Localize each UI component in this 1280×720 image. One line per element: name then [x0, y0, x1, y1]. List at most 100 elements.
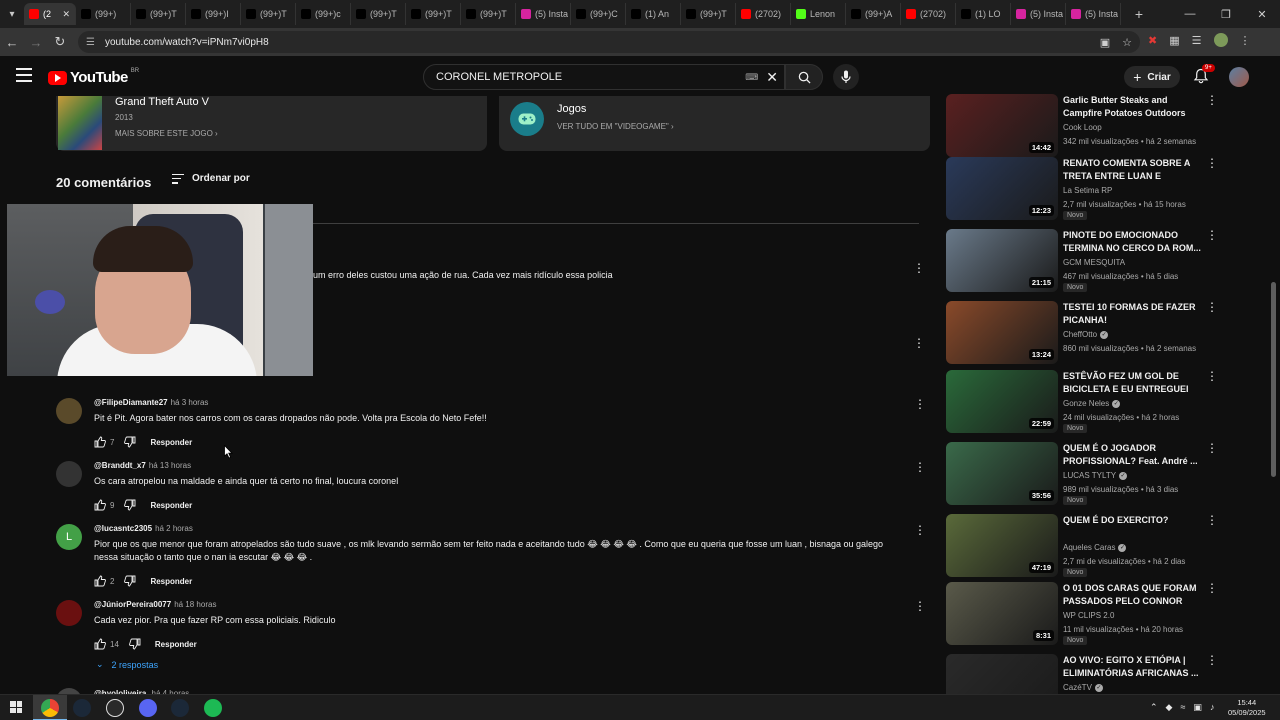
recommended-video[interactable]: 12:23 RENATO COMENTA SOBRE A TRETA ENTRE … — [946, 157, 1218, 221]
minimize-icon[interactable]: — — [1172, 8, 1208, 21]
system-clock[interactable]: 15:44 05/09/2025 — [1228, 698, 1266, 718]
video-title[interactable]: Garlic Butter Steaks and Campfire Potato… — [1063, 94, 1201, 120]
reply-button[interactable]: Responder — [150, 438, 192, 447]
comment-avatar[interactable]: L — [56, 524, 82, 550]
more-options-icon[interactable]: ⋮ — [1206, 157, 1218, 169]
tab-search-icon[interactable]: ▾ — [0, 0, 24, 28]
more-options-icon[interactable]: ⋮ — [914, 600, 926, 612]
browser-tab[interactable]: (99+)A — [846, 3, 901, 25]
browser-tab[interactable]: (1) An — [626, 3, 681, 25]
browser-tab[interactable]: (99+)C — [571, 3, 626, 25]
comment-avatar[interactable] — [56, 600, 82, 626]
channel-name[interactable]: CheffOtto ✓ — [1063, 330, 1109, 339]
browser-tab[interactable]: (2702) — [736, 3, 791, 25]
video-title[interactable]: RENATO COMENTA SOBRE A TRETA ENTRE LUAN … — [1063, 157, 1201, 183]
address-bar[interactable]: ☰ youtube.com/watch?v=iPNm7vi0pH8 ▣ ☆ — [78, 31, 1140, 53]
more-options-icon[interactable]: ⋮ — [914, 461, 926, 473]
browser-tab[interactable]: (5) Insta — [1011, 3, 1066, 25]
video-thumbnail[interactable]: 22:59 — [946, 370, 1058, 433]
restore-icon[interactable]: ❐ — [1208, 8, 1244, 21]
reply-button[interactable]: Responder — [155, 640, 197, 649]
comment-author[interactable]: @lucasntc2305 — [94, 524, 152, 533]
steam-app-icon-2[interactable] — [171, 699, 189, 717]
like-icon[interactable] — [94, 575, 106, 587]
more-options-icon[interactable]: ⋮ — [913, 337, 925, 349]
game-info-card[interactable]: Grand Theft Auto V 2013 MAIS SOBRE ESTE … — [56, 96, 487, 151]
video-thumbnail[interactable]: 35:56 — [946, 442, 1058, 505]
comment-author[interactable]: @JúniorPereira0077 — [94, 600, 171, 609]
bookmark-star-icon[interactable]: ☆ — [1122, 36, 1132, 49]
comment-time[interactable]: há 13 horas — [149, 461, 191, 470]
channel-name[interactable]: Aqueles Caras ✓ — [1063, 543, 1127, 552]
channel-name[interactable]: Cook Loop — [1063, 123, 1102, 132]
account-avatar[interactable] — [1229, 67, 1249, 87]
video-title[interactable]: AO VIVO: EGITO X ETIÓPIA | ELIMINATÓRIAS… — [1063, 654, 1201, 680]
steam-app-icon[interactable] — [73, 699, 91, 717]
install-icon[interactable]: ▣ — [1100, 36, 1110, 49]
keyboard-icon[interactable]: ⌨ — [745, 72, 758, 83]
browser-tab[interactable]: Lenon — [791, 3, 846, 25]
chrome-menu-icon[interactable]: ⋮ — [1240, 34, 1251, 47]
browser-tab[interactable]: (99+)T — [681, 3, 736, 25]
forward-icon[interactable]: → — [24, 35, 48, 50]
comment-author[interactable]: @Branddt_x7 — [94, 461, 146, 470]
category-see-all-link[interactable]: VER TUDO EM "VIDEOGAME" › — [557, 122, 674, 131]
browser-tab[interactable]: (1) LO — [956, 3, 1011, 25]
clear-search-icon[interactable]: ✕ — [766, 69, 778, 86]
comment-avatar[interactable] — [56, 398, 82, 424]
browser-tab[interactable]: (5) Insta — [1066, 3, 1121, 25]
like-icon[interactable] — [94, 436, 106, 448]
browser-tab[interactable]: (2 ✕ — [24, 3, 76, 25]
browser-tab[interactable]: (99+)T — [131, 3, 186, 25]
like-icon[interactable] — [94, 638, 106, 650]
dislike-icon[interactable] — [124, 575, 136, 587]
search-input[interactable]: CORONEL METROPOLE ⌨ ✕ — [423, 64, 785, 90]
recommended-video[interactable]: 13:24 TESTEI 10 FORMAS DE FAZER PICANHA! C… — [946, 301, 1218, 365]
browser-tab[interactable]: (99+)I — [186, 3, 241, 25]
more-options-icon[interactable]: ⋮ — [914, 398, 926, 410]
channel-name[interactable]: WP CLIPS 2.0 — [1063, 611, 1114, 620]
more-options-icon[interactable]: ⋮ — [1206, 370, 1218, 382]
video-title[interactable]: QUEM É O JOGADOR PROFISSIONAL? Feat. And… — [1063, 442, 1201, 468]
menu-icon[interactable] — [16, 68, 32, 82]
tray-app-icon[interactable]: ◆ — [1166, 702, 1173, 713]
discord-app-icon[interactable] — [139, 699, 157, 717]
dislike-icon[interactable] — [124, 436, 136, 448]
browser-tab[interactable]: (99+) — [76, 3, 131, 25]
reply-button[interactable]: Responder — [150, 501, 192, 510]
reply-button[interactable]: Responder — [150, 577, 192, 586]
more-options-icon[interactable]: ⋮ — [1206, 94, 1218, 106]
obs-app-icon[interactable] — [106, 699, 124, 717]
reload-icon[interactable]: ↻ — [48, 34, 72, 50]
channel-name[interactable]: La Setima RP — [1063, 186, 1112, 195]
recommended-video[interactable]: 8:31 O 01 DOS CARAS QUE FORAM PASSADOS PE… — [946, 582, 1218, 646]
comment-avatar[interactable] — [56, 461, 82, 487]
browser-tab[interactable]: (2702) — [901, 3, 956, 25]
notifications-button[interactable]: 9+ — [1193, 64, 1215, 86]
more-options-icon[interactable]: ⋮ — [1206, 582, 1218, 594]
comment-author[interactable]: @FilipeDiamante27 — [94, 398, 168, 407]
more-options-icon[interactable]: ⋮ — [1206, 514, 1218, 526]
video-title[interactable]: O 01 DOS CARAS QUE FORAM PASSADOS PELO C… — [1063, 582, 1201, 608]
video-thumbnail[interactable]: 12:23 — [946, 157, 1058, 220]
browser-tab[interactable]: (5) Insta — [516, 3, 571, 25]
page-scrollbar[interactable] — [1271, 282, 1276, 477]
channel-name[interactable]: GCM MESQUITA — [1063, 258, 1125, 267]
category-card[interactable]: Jogos VER TUDO EM "VIDEOGAME" › — [499, 96, 930, 151]
extension-x-icon[interactable]: ✖ — [1148, 34, 1157, 47]
channel-name[interactable]: LUCAS TYLTY ✓ — [1063, 471, 1128, 480]
more-options-icon[interactable]: ⋮ — [1206, 301, 1218, 313]
like-icon[interactable] — [94, 499, 106, 511]
video-thumbnail[interactable]: 21:15 — [946, 229, 1058, 292]
recommended-video[interactable]: 22:59 ESTÊVÃO FEZ UM GOL DE BICICLETA E E… — [946, 370, 1218, 434]
browser-tab[interactable]: (99+)T — [351, 3, 406, 25]
comment-time[interactable]: há 18 horas — [174, 600, 216, 609]
more-options-icon[interactable]: ⋮ — [1206, 654, 1218, 666]
close-tab-icon[interactable]: ✕ — [62, 9, 70, 20]
recommended-video[interactable]: 35:56 QUEM É O JOGADOR PROFISSIONAL? Feat… — [946, 442, 1218, 506]
recommended-video[interactable]: 21:15 PINOTE DO EMOCIONADO TERMINA NO CER… — [946, 229, 1218, 293]
recommended-video[interactable]: 47:19 QUEM É DO EXERCITO? Aqueles Caras ✓ 2,… — [946, 514, 1218, 578]
browser-tab[interactable]: (99+)c — [296, 3, 351, 25]
windows-start-icon[interactable] — [10, 701, 22, 713]
tray-chevron-icon[interactable]: ⌃ — [1150, 702, 1158, 713]
